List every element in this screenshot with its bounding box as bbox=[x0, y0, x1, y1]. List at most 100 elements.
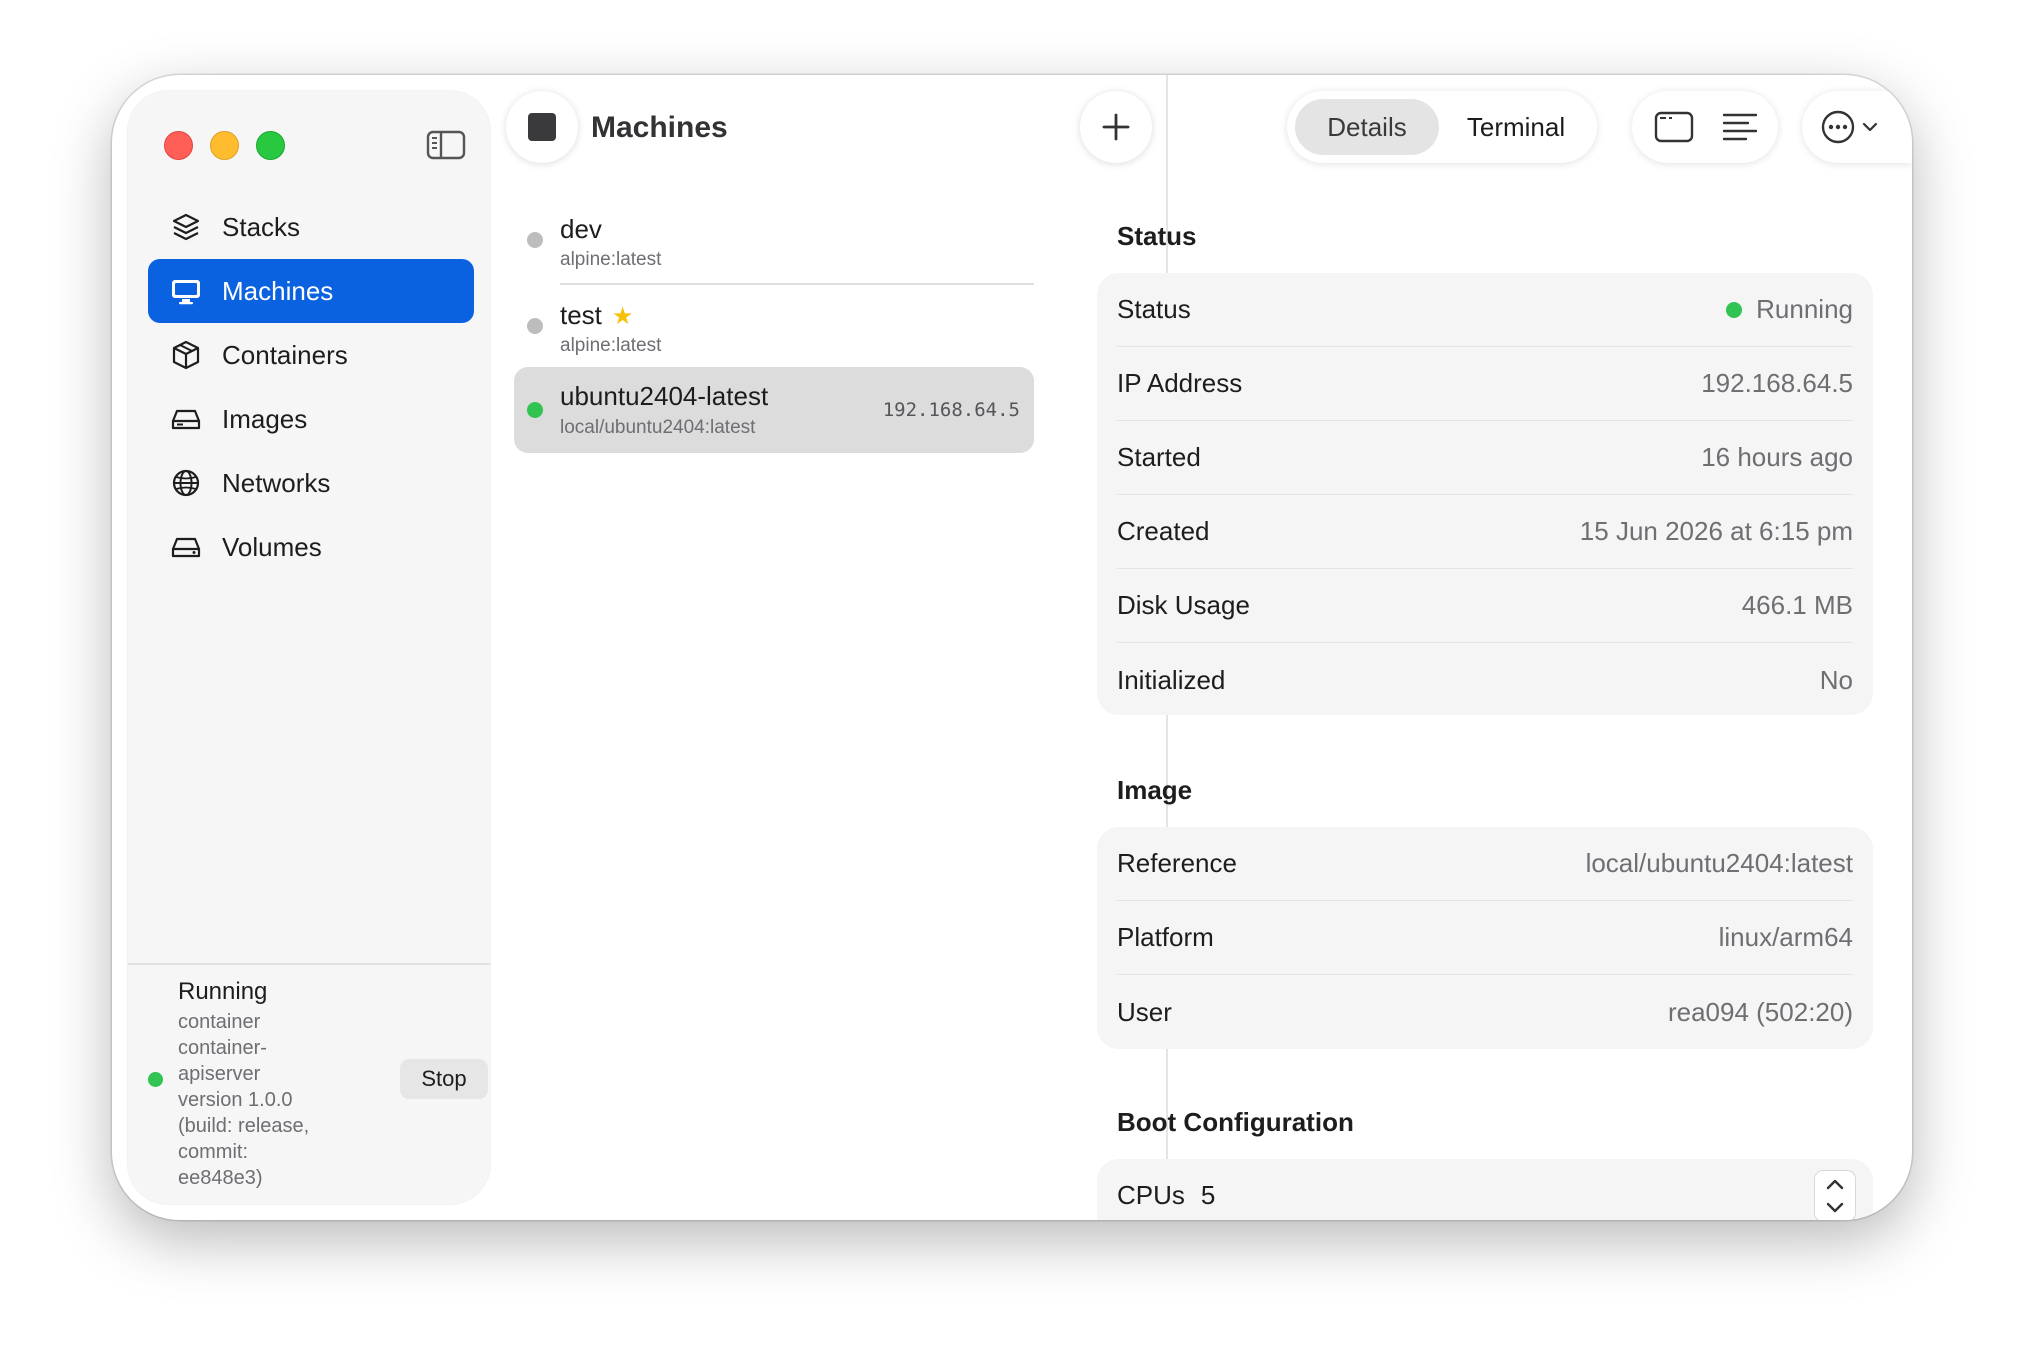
daemon-status-title: Running bbox=[178, 978, 268, 1005]
drive-icon bbox=[171, 409, 201, 430]
stack-layers-icon bbox=[172, 213, 200, 241]
machine-name: dev bbox=[560, 214, 602, 244]
sidebar-item-stacks[interactable]: Stacks bbox=[148, 195, 474, 259]
chevron-up-icon[interactable] bbox=[1825, 1177, 1845, 1191]
row-value: 16 hours ago bbox=[1701, 442, 1853, 472]
sidebar-item-label: Machines bbox=[222, 275, 334, 306]
chevron-down-icon bbox=[1862, 122, 1878, 132]
sidebar-item-label: Networks bbox=[222, 467, 331, 498]
machine-image: alpine:latest bbox=[560, 335, 662, 356]
row-key: Status bbox=[1117, 294, 1191, 324]
machine-image: local/ubuntu2404:latest bbox=[560, 417, 756, 438]
created-row: Created 15 Jun 2026 at 6:15 pm bbox=[1117, 495, 1853, 569]
machine-status-dot bbox=[527, 402, 543, 418]
sidebar-toggle-icon[interactable] bbox=[426, 129, 466, 161]
row-value: rea094 (502:20) bbox=[1667, 996, 1853, 1027]
sidebar-item-containers[interactable]: Containers bbox=[148, 323, 474, 387]
row-value: 15 Jun 2026 at 6:15 pm bbox=[1579, 516, 1853, 546]
reference-row: Reference local/ubuntu2404:latest bbox=[1117, 827, 1853, 901]
zoom-window-button[interactable] bbox=[256, 131, 285, 160]
sidebar: Stacks Machines Containers Images Networ… bbox=[128, 91, 490, 1204]
cpus-row: CPUs 5 bbox=[1117, 1159, 1853, 1220]
row-value: linux/arm64 bbox=[1718, 922, 1853, 952]
machine-row-dev[interactable]: dev alpine:latest bbox=[514, 195, 1034, 281]
machine-ip: 192.168.64.5 bbox=[882, 399, 1020, 421]
machine-row-ubuntu2404-latest[interactable]: ubuntu2404-latest local/ubuntu2404:lates… bbox=[514, 367, 1034, 453]
row-key: Started bbox=[1117, 442, 1201, 472]
disk-icon bbox=[171, 537, 201, 558]
machine-row-test[interactable]: test ★ alpine:latest bbox=[514, 281, 1034, 367]
globe-icon bbox=[172, 469, 200, 497]
row-key: Platform bbox=[1117, 922, 1214, 952]
sidebar-item-images[interactable]: Images bbox=[148, 387, 474, 451]
initialized-row: Initialized No bbox=[1117, 643, 1853, 717]
cpus-value: 5 bbox=[1200, 1180, 1216, 1210]
row-key: User bbox=[1117, 996, 1172, 1027]
add-machine-button[interactable] bbox=[1080, 91, 1152, 163]
sidebar-item-machines[interactable]: Machines bbox=[148, 259, 474, 323]
sidebar-item-volumes[interactable]: Volumes bbox=[148, 515, 474, 579]
image-section-title: Image bbox=[1117, 775, 1193, 805]
platform-row: Platform linux/arm64 bbox=[1117, 901, 1853, 975]
stop-icon bbox=[528, 113, 556, 141]
machine-image: alpine:latest bbox=[560, 249, 662, 270]
tab-terminal[interactable]: Terminal bbox=[1443, 99, 1589, 155]
cpus-stepper[interactable] bbox=[1815, 1171, 1855, 1220]
image-card: Reference local/ubuntu2404:latest Platfo… bbox=[1097, 827, 1873, 1049]
sidebar-item-networks[interactable]: Networks bbox=[148, 451, 474, 515]
row-key: IP Address bbox=[1117, 368, 1243, 398]
sidebar-nav: Stacks Machines Containers Images Networ… bbox=[148, 195, 474, 579]
status-row: Status Running bbox=[1117, 273, 1853, 347]
status-section-title: Status bbox=[1117, 221, 1197, 251]
started-row: Started 16 hours ago bbox=[1117, 421, 1853, 495]
sidebar-item-label: Volumes bbox=[222, 531, 322, 562]
sidebar-item-label: Images bbox=[222, 403, 308, 434]
row-value: 466.1 MB bbox=[1741, 590, 1853, 620]
row-key: Initialized bbox=[1117, 664, 1226, 695]
daemon-status-dot bbox=[148, 1072, 163, 1087]
machine-name: ubuntu2404-latest bbox=[560, 381, 769, 411]
sidebar-item-label: Containers bbox=[222, 339, 348, 370]
machine-name-wrap: test ★ bbox=[560, 300, 633, 331]
more-actions-button[interactable] bbox=[1802, 91, 1912, 163]
minimize-window-button[interactable] bbox=[210, 131, 239, 160]
ellipsis-circle-icon bbox=[1821, 110, 1855, 144]
row-key: Reference bbox=[1117, 848, 1237, 878]
text-align-icon[interactable] bbox=[1722, 111, 1758, 143]
monitor-icon bbox=[172, 280, 200, 305]
window-icon[interactable] bbox=[1654, 109, 1694, 145]
daemon-status-detail: container container- apiserver version 1… bbox=[178, 1011, 310, 1189]
sidebar-item-label: Stacks bbox=[222, 211, 301, 242]
plus-icon bbox=[1102, 113, 1130, 141]
star-icon: ★ bbox=[611, 303, 634, 330]
running-status-dot bbox=[1726, 301, 1743, 318]
close-window-button[interactable] bbox=[164, 131, 193, 160]
machine-list-pane: Machines dev alpine:latest test ★ alpine:… bbox=[492, 75, 1166, 1220]
row-value: No bbox=[1819, 664, 1853, 695]
box-icon bbox=[172, 340, 200, 370]
chevron-down-icon[interactable] bbox=[1825, 1201, 1845, 1215]
row-value: local/ubuntu2404:latest bbox=[1585, 848, 1853, 878]
tab-details[interactable]: Details bbox=[1295, 99, 1439, 155]
row-key: CPUs 5 bbox=[1117, 1180, 1216, 1210]
boot-card: CPUs 5 bbox=[1097, 1159, 1873, 1220]
machine-status-dot bbox=[527, 232, 543, 248]
boot-section-title: Boot Configuration bbox=[1117, 1107, 1354, 1137]
stop-machine-button[interactable] bbox=[506, 91, 578, 163]
row-key: Created bbox=[1117, 516, 1210, 546]
machine-status-dot bbox=[527, 318, 543, 334]
app-window: Stacks Machines Containers Images Networ… bbox=[112, 75, 1912, 1220]
machine-name: test bbox=[560, 300, 602, 330]
page-title: Machines bbox=[591, 111, 728, 144]
status-card: Status Running IP Address 192.168.64.5 S… bbox=[1097, 273, 1873, 715]
view-toolbar-group bbox=[1632, 91, 1778, 163]
row-value: Running bbox=[1726, 294, 1853, 325]
row-value: 192.168.64.5 bbox=[1701, 368, 1853, 398]
sidebar-divider bbox=[128, 963, 490, 965]
row-key: Disk Usage bbox=[1117, 590, 1250, 620]
ip-address-row: IP Address 192.168.64.5 bbox=[1117, 347, 1853, 421]
user-row: User rea094 (502:20) bbox=[1117, 975, 1853, 1049]
disk-usage-row: Disk Usage 466.1 MB bbox=[1117, 569, 1853, 643]
view-mode-segmented-control: Details Terminal bbox=[1287, 91, 1597, 163]
stop-daemon-button[interactable]: Stop bbox=[400, 1059, 488, 1099]
